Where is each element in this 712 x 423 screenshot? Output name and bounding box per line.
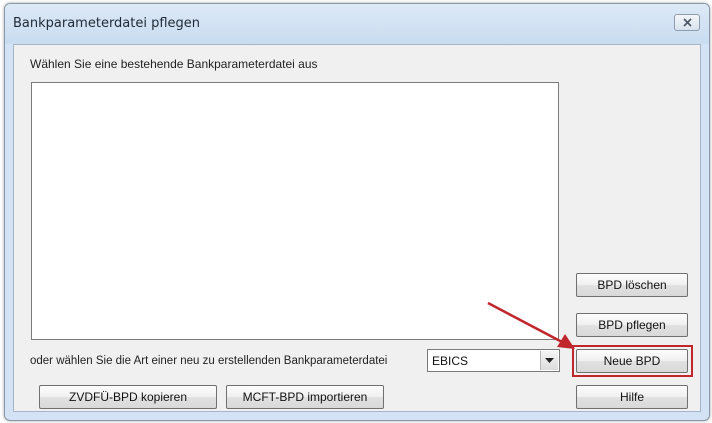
red-arrow-annotation [487,301,575,349]
import-mcft-bpd-button[interactable]: MCFT-BPD importieren [226,385,384,409]
title-bar[interactable]: Bankparameterdatei pflegen [5,4,709,44]
new-bpd-button[interactable]: Neue BPD [576,349,688,373]
bpd-file-list[interactable] [31,82,559,340]
new-type-label: oder wählen Sie die Art einer neu zu ers… [30,355,388,367]
help-button[interactable]: Hilfe [576,385,688,409]
edit-bpd-label: BPD pflegen [598,318,666,332]
close-button[interactable] [674,14,700,31]
copy-zvdfu-label: ZVDFÜ-BPD kopieren [68,390,188,404]
edit-bpd-button[interactable]: BPD pflegen [576,313,688,337]
dialog-client-area: Wählen Sie eine bestehende Bankparameter… [13,44,701,412]
delete-bpd-label: BPD löschen [597,278,667,292]
bpd-type-value: EBICS [432,354,469,368]
window-title: Bankparameterdatei pflegen [13,16,201,31]
chevron-down-icon [545,358,554,363]
new-bpd-label: Neue BPD [603,354,661,368]
help-label: Hilfe [619,390,644,404]
instruction-label: Wählen Sie eine bestehende Bankparameter… [30,57,318,71]
copy-zvdfu-bpd-button[interactable]: ZVDFÜ-BPD kopieren [39,385,217,409]
dialog-window: Bankparameterdatei pflegen Wählen Sie ei… [4,3,710,421]
delete-bpd-button[interactable]: BPD löschen [576,273,688,297]
import-mcft-label: MCFT-BPD importieren [242,390,368,404]
close-icon [683,18,692,27]
